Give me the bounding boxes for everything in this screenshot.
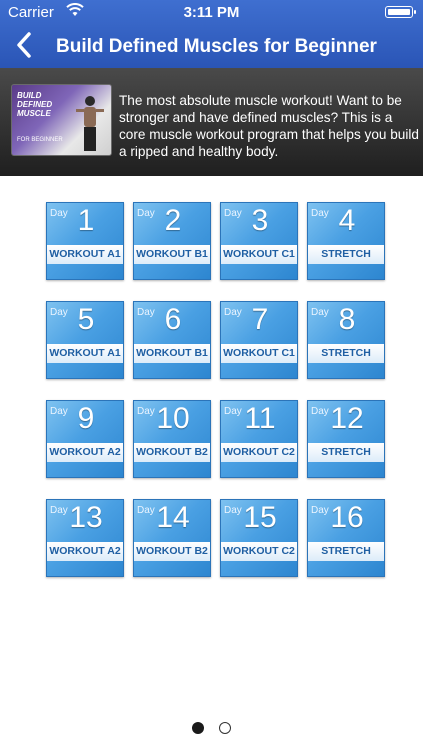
workout-label: STRETCH	[308, 443, 384, 462]
thumbnail-subtitle: FOR BEGINNER	[17, 137, 63, 143]
header: Carrier 3:11 PM Build Defined Muscles fo…	[0, 0, 423, 68]
day-number: 8	[338, 303, 356, 336]
day-number: 12	[330, 402, 364, 435]
workout-label: STRETCH	[308, 344, 384, 363]
page-dot-active[interactable]	[192, 722, 204, 734]
workout-label: WORKOUT B1	[134, 245, 210, 264]
day-number: 15	[243, 501, 277, 534]
program-thumbnail: BUILD DEFINED MUSCLE FOR BEGINNER	[11, 84, 112, 156]
thumbnail-title: BUILD DEFINED MUSCLE	[17, 91, 53, 118]
back-button[interactable]	[10, 30, 40, 60]
day-number: 5	[77, 303, 95, 336]
day-number: 10	[156, 402, 190, 435]
status-time: 3:11 PM	[183, 4, 240, 21]
workout-label: WORKOUT C1	[221, 245, 297, 264]
workout-label: WORKOUT A1	[47, 344, 123, 363]
workout-label: STRETCH	[308, 245, 384, 264]
workout-label: WORKOUT B1	[134, 344, 210, 363]
day-tile[interactable]: Day 4 STRETCH	[307, 202, 385, 280]
workout-label: WORKOUT B2	[134, 542, 210, 561]
day-number: 6	[164, 303, 182, 336]
day-number: 9	[77, 402, 95, 435]
program-description: The most absolute muscle workout! Want t…	[119, 93, 419, 159]
day-number: 1	[77, 204, 95, 237]
day-tile[interactable]: Day 13 WORKOUT A2	[46, 499, 124, 577]
day-tile[interactable]: Day 16 STRETCH	[307, 499, 385, 577]
workout-label: WORKOUT C1	[221, 344, 297, 363]
program-banner: BUILD DEFINED MUSCLE FOR BEGINNER The mo…	[0, 68, 423, 176]
day-number: 4	[338, 204, 356, 237]
day-number: 14	[156, 501, 190, 534]
workout-label: WORKOUT A1	[47, 245, 123, 264]
day-number: 2	[164, 204, 182, 237]
day-tile[interactable]: Day 9 WORKOUT A2	[46, 400, 124, 478]
day-tile[interactable]: Day 1 WORKOUT A1	[46, 202, 124, 280]
navigation-bar: Build Defined Muscles for Beginner	[0, 22, 423, 68]
page-title: Build Defined Muscles for Beginner	[56, 36, 377, 57]
day-number: 16	[330, 501, 364, 534]
day-tile[interactable]: Day 8 STRETCH	[307, 301, 385, 379]
day-tile[interactable]: Day 6 WORKOUT B1	[133, 301, 211, 379]
page-control	[0, 722, 423, 738]
day-number: 13	[69, 501, 103, 534]
day-number: 11	[244, 402, 276, 435]
workout-label: WORKOUT C2	[221, 443, 297, 462]
day-tile[interactable]: Day 12 STRETCH	[307, 400, 385, 478]
day-tile[interactable]: Day 11 WORKOUT C2	[220, 400, 298, 478]
day-tile[interactable]: Day 10 WORKOUT B2	[133, 400, 211, 478]
workout-label: STRETCH	[308, 542, 384, 561]
workout-label: WORKOUT A2	[47, 542, 123, 561]
status-bar: Carrier 3:11 PM	[0, 0, 423, 22]
page-dot-inactive[interactable]	[219, 722, 231, 734]
workout-label: WORKOUT A2	[47, 443, 123, 462]
day-number: 3	[251, 204, 269, 237]
battery-icon	[385, 6, 416, 18]
athlete-figure-icon	[76, 96, 104, 151]
day-tile[interactable]: Day 3 WORKOUT C1	[220, 202, 298, 280]
day-tile[interactable]: Day 2 WORKOUT B1	[133, 202, 211, 280]
day-tile[interactable]: Day 7 WORKOUT C1	[220, 301, 298, 379]
workout-label: WORKOUT C2	[221, 542, 297, 561]
day-tile[interactable]: Day 15 WORKOUT C2	[220, 499, 298, 577]
day-number: 7	[251, 303, 269, 336]
day-tile[interactable]: Day 5 WORKOUT A1	[46, 301, 124, 379]
day-tile[interactable]: Day 14 WORKOUT B2	[133, 499, 211, 577]
workout-label: WORKOUT B2	[134, 443, 210, 462]
